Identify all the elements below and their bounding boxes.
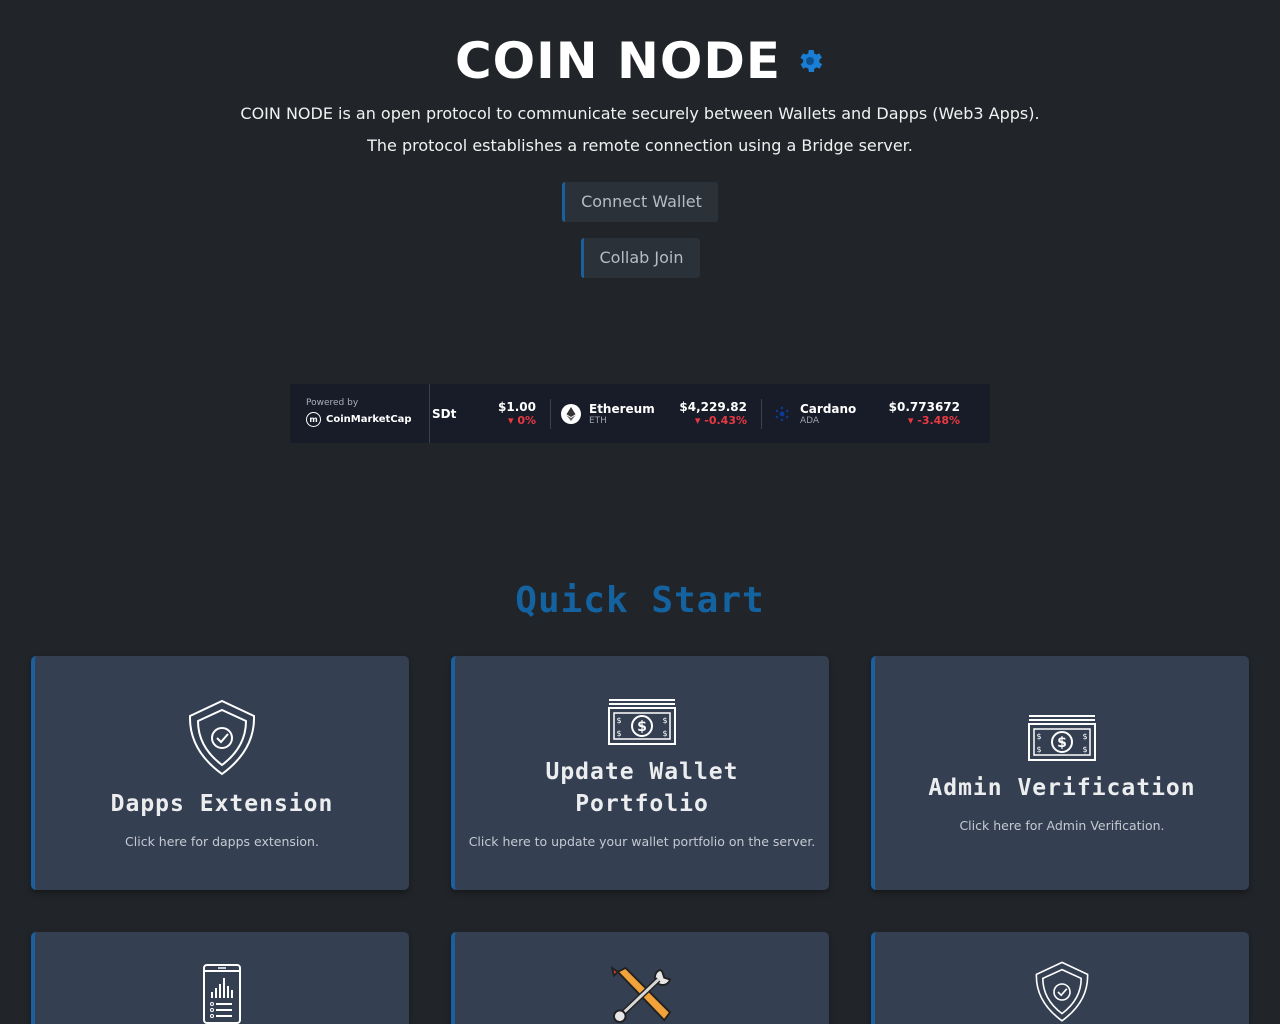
connect-wallet-button[interactable]: Connect Wallet bbox=[562, 182, 718, 222]
ethereum-icon bbox=[561, 403, 581, 424]
coin-price: $0.773672 bbox=[888, 400, 960, 414]
hero-section: COIN NODE COIN NODE is an open protocol … bbox=[0, 0, 1280, 278]
coin-name: SDt bbox=[432, 406, 457, 421]
coinmarketcap-icon: m bbox=[306, 412, 321, 427]
coin-price: $4,229.82 bbox=[679, 400, 747, 414]
card-title: Dapps Extension bbox=[110, 790, 334, 817]
ticker-coin-cardano[interactable]: Cardano ADA $0.773672 ▾ -3.48% bbox=[761, 398, 974, 429]
card-update-wallet-portfolio[interactable]: $ $ $ $ $ Update Wallet Portfolio Click … bbox=[451, 656, 829, 890]
svg-text:$: $ bbox=[637, 719, 647, 735]
shield-check-icon bbox=[188, 699, 256, 775]
powered-by-label: Powered by bbox=[306, 398, 359, 408]
coin-name: Ethereum bbox=[589, 401, 655, 416]
coin-change: -0.43% bbox=[704, 414, 747, 427]
card-title: Update Wallet Portfolio bbox=[545, 758, 739, 817]
card-admin-verification[interactable]: $ $ $ $ $ Admin Verification Click here … bbox=[871, 656, 1249, 890]
price-ticker: Powered by m CoinMarketCap SDt $1.00 ▾ 0… bbox=[290, 384, 990, 443]
ticker-coin-ethereum[interactable]: Ethereum ETH $4,229.82 ▾ -0.43% bbox=[550, 398, 761, 429]
svg-text:$: $ bbox=[1036, 732, 1041, 741]
card-row2-1[interactable] bbox=[31, 932, 409, 1024]
gear-icon bbox=[800, 50, 823, 72]
down-arrow-icon: ▾ bbox=[694, 414, 705, 427]
banknote-icon: $ $ $ $ $ bbox=[608, 698, 676, 745]
quick-start-title: Quick Start bbox=[515, 580, 765, 621]
banknote-icon: $ $ $ $ $ bbox=[1028, 714, 1096, 761]
card-title: Admin Verification bbox=[928, 774, 1196, 801]
card-text: Click here to update your wallet portfol… bbox=[468, 833, 816, 849]
svg-text:$: $ bbox=[1036, 745, 1041, 754]
card-row2-2[interactable] bbox=[451, 932, 829, 1024]
card-text: Click here for Admin Verification. bbox=[959, 817, 1165, 833]
svg-text:$: $ bbox=[616, 716, 621, 725]
description-line-2: The protocol establishes a remote connec… bbox=[367, 136, 913, 155]
card-row2-3[interactable] bbox=[871, 932, 1249, 1024]
ticker-powered-by[interactable]: Powered by m CoinMarketCap bbox=[290, 384, 430, 443]
svg-text:$: $ bbox=[1057, 735, 1067, 751]
coin-price: $1.00 bbox=[498, 400, 536, 414]
description: COIN NODE is an open protocol to communi… bbox=[0, 98, 1280, 162]
svg-text:$: $ bbox=[662, 716, 667, 725]
shield-check-icon bbox=[1035, 961, 1089, 1022]
phone-chart-icon bbox=[203, 964, 241, 1024]
site-title: COIN NODE bbox=[454, 32, 782, 90]
coin-symbol: ETH bbox=[589, 415, 607, 426]
svg-text:$: $ bbox=[1082, 732, 1087, 741]
coin-symbol: ADA bbox=[800, 415, 820, 426]
brand-label: CoinMarketCap bbox=[326, 414, 412, 425]
svg-text:$: $ bbox=[662, 729, 667, 738]
card-text: Click here for dapps extension. bbox=[125, 833, 319, 849]
svg-text:$: $ bbox=[1082, 745, 1087, 754]
ticker-coin-usdt[interactable]: SDt $1.00 ▾ 0% bbox=[430, 399, 550, 429]
down-arrow-icon: ▾ bbox=[907, 414, 918, 427]
tools-icon bbox=[610, 966, 672, 1024]
card-dapps-extension[interactable]: Dapps Extension Click here for dapps ext… bbox=[31, 656, 409, 890]
description-line-1: COIN NODE is an open protocol to communi… bbox=[240, 104, 1040, 123]
svg-text:$: $ bbox=[616, 729, 621, 738]
coin-name: Cardano bbox=[800, 401, 857, 416]
coin-change: 0% bbox=[517, 414, 536, 427]
cardano-icon bbox=[775, 406, 789, 421]
coin-change: -3.48% bbox=[917, 414, 960, 427]
page-title: COIN NODE bbox=[455, 32, 825, 90]
collab-join-button[interactable]: Collab Join bbox=[580, 238, 700, 278]
down-arrow-icon: ▾ bbox=[507, 414, 518, 427]
